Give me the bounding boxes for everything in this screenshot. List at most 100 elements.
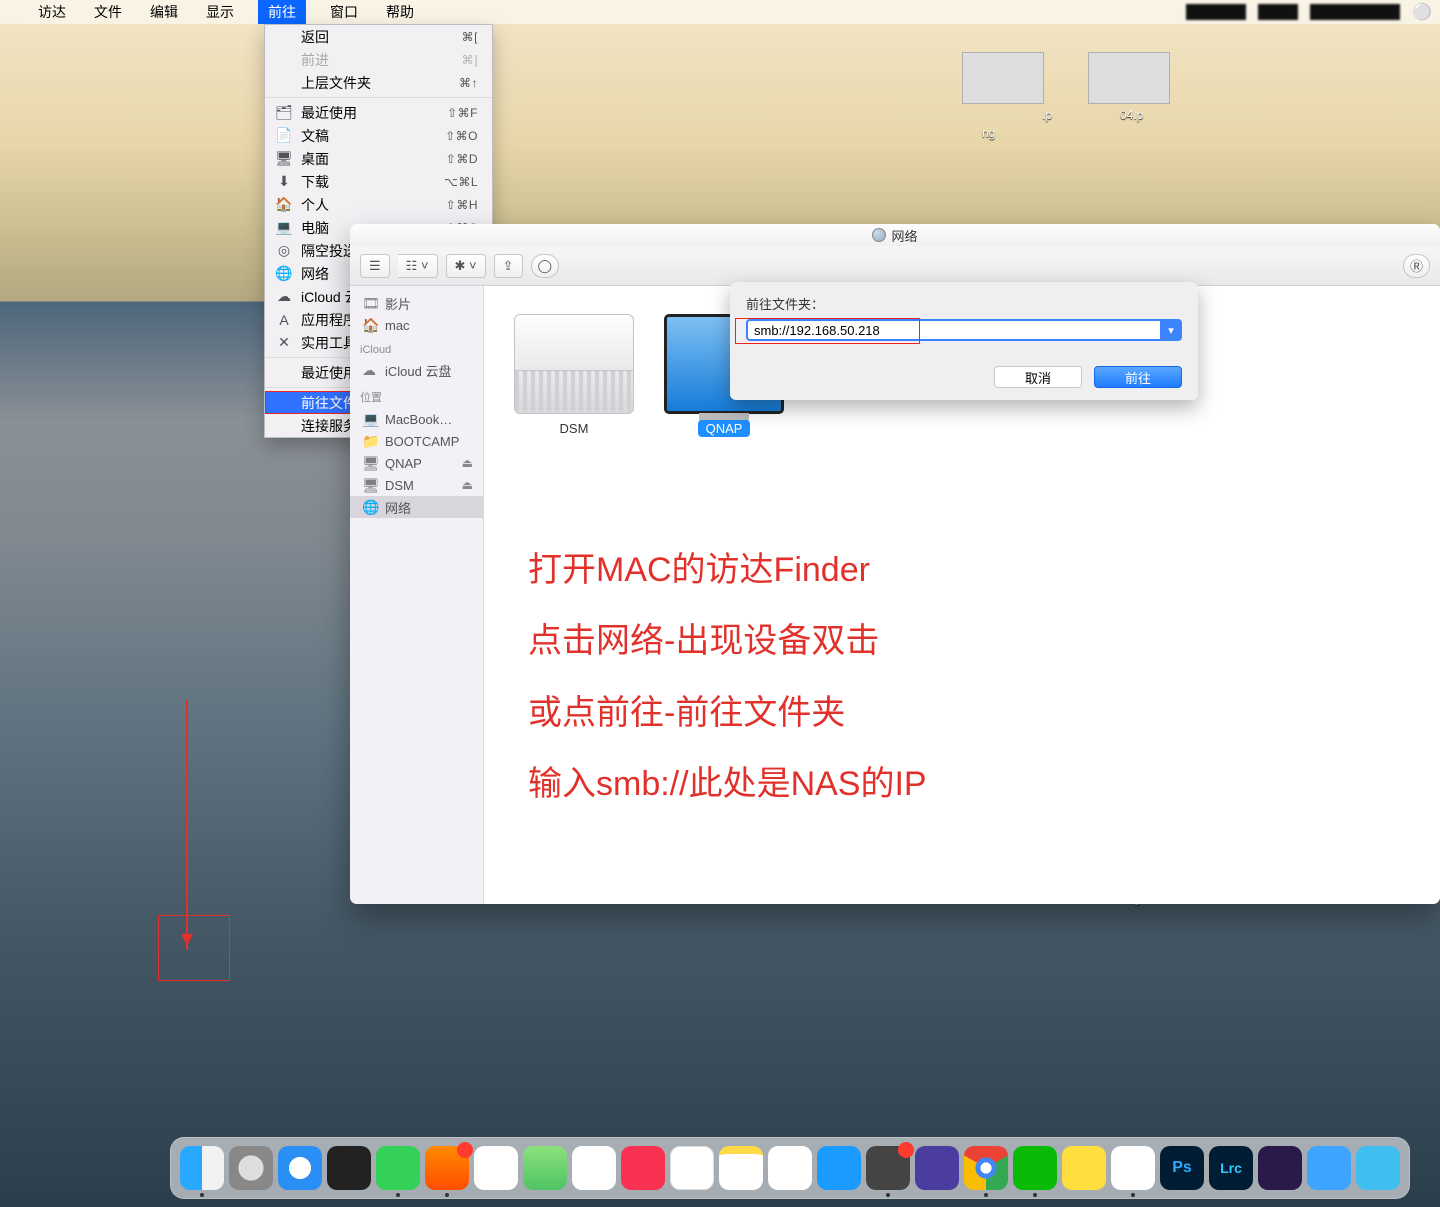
dock-imovie[interactable] [915,1146,959,1190]
menu-icon: 🗂 [275,104,293,121]
menubar-help[interactable]: 帮助 [382,0,418,24]
menu-item-桌面[interactable]: 🖥桌面⇧⌘D [265,147,492,170]
sidebar-item-DSM[interactable]: 🖥DSM⏏ [350,474,483,496]
sidebar-item-mac[interactable]: 🏠mac [350,314,483,336]
toolbar-icons-view[interactable]: ☷ ˅ [398,254,438,278]
sidebar-item-MacBook…[interactable]: 💻 MacBook… [350,408,483,430]
dock-finder[interactable] [180,1146,224,1190]
toolbar-action-icon[interactable]: ✱ ˅ [446,254,486,278]
sidebar-label: 影片 [385,294,473,313]
sheet-cancel-button[interactable]: 取消 [994,366,1082,388]
server-icon [514,314,634,414]
eject-icon[interactable]: ⏏ [462,456,473,470]
menubar-go[interactable]: 前往 [258,0,306,24]
eject-icon[interactable]: ⏏ [462,478,473,492]
finder-sidebar: 🎞影片🏠maciCloud☁iCloud 云盘位置💻MacBook…📁BOOTC… [350,286,484,904]
sidebar-item-影片[interactable]: 🎞影片 [350,292,483,314]
sidebar-item-网络[interactable]: 🌐网络 [350,496,483,518]
sidebar-item-BOOTCAMP[interactable]: 📁BOOTCAMP [350,430,483,452]
dock-safari[interactable] [278,1146,322,1190]
sheet-title: 前往文件夹： [746,294,1182,313]
menu-item-个人[interactable]: 🏠个人⇧⌘H [265,193,492,216]
annotation-line: 输入smb://此处是NAS的IP [528,749,927,820]
annotation-line: 或点前往-前往文件夹 [528,678,927,749]
goto-folder-sheet: 前往文件夹： ▾ 取消 前往 [730,282,1198,400]
dock-wps[interactable] [425,1146,469,1190]
sidebar-icon: 🌐 [362,500,378,514]
menubar: 访达 文件 编辑 显示 前往 窗口 帮助 ⚪ [0,0,1440,24]
menubar-finder[interactable]: 访达 [34,0,70,24]
combo-dropdown-icon[interactable]: ▾ [1160,319,1182,341]
dock-launchpad[interactable] [229,1146,273,1190]
dock-qqmail[interactable] [474,1146,518,1190]
sidebar-label: QNAP [385,456,455,471]
goto-path-input[interactable] [746,319,1160,341]
sidebar-icon: 🖥 [362,456,378,470]
dock-chrome[interactable] [964,1146,1008,1190]
dock-maps[interactable] [523,1146,567,1190]
toolbar-list-icon[interactable]: ☰ [360,254,390,278]
dock-app[interactable] [1356,1146,1400,1190]
sidebar-category: iCloud [350,336,483,359]
menu-label: 最近使用 [301,103,439,123]
badge-icon [457,1142,473,1158]
toolbar-tag-icon[interactable]: ◯ [531,254,560,278]
dock-lightroom[interactable]: Lrc [1209,1146,1253,1190]
sidebar-item-iCloud 云盘[interactable]: ☁iCloud 云盘 [350,359,483,381]
sidebar-icon: 💻 [362,412,378,426]
menu-label: 上层文件夹 [301,73,451,93]
menubar-edit[interactable]: 编辑 [146,0,182,24]
sidebar-icon: ☁ [362,363,378,377]
dock-app[interactable] [1258,1146,1302,1190]
menu-shortcut: ⌘↑ [459,76,478,90]
desktop-file-thumb[interactable] [1088,52,1170,104]
finder-title: 网络 [891,226,917,245]
menubar-status-right: ⚪ [1186,0,1432,24]
dock-qq[interactable] [1111,1146,1155,1190]
annotation-red-box-dock [158,915,230,981]
dock-notes[interactable] [719,1146,763,1190]
menu-item-返回[interactable]: 返回⌘[ [265,25,492,48]
finder-titlebar[interactable]: 网络 [350,224,1440,246]
menu-shortcut: ⇧⌘O [445,129,478,143]
toolbar-share-icon[interactable]: ⇪ [494,254,523,278]
menu-shortcut: ⇧⌘H [446,198,478,212]
menu-item-最近使用[interactable]: 🗂最近使用⇧⌘F [265,101,492,124]
dock-messages[interactable] [376,1146,420,1190]
network-device-dsm[interactable]: DSM [499,314,649,438]
menu-item-文稿[interactable]: 📄文稿⇧⌘O [265,124,492,147]
device-label: DSM [560,421,589,436]
dock-calendar[interactable] [670,1146,714,1190]
menu-icon: ☁ [275,288,293,305]
menubar-view[interactable]: 显示 [202,0,238,24]
toolbar-right-label[interactable]: Ⓡ [1403,254,1430,278]
sidebar-item-QNAP[interactable]: 🖥 QNAP ⏏ [350,452,483,474]
desktop-file-thumb[interactable] [962,52,1044,104]
annotation-arrow [186,700,188,950]
menu-item-上层文件夹[interactable]: 上层文件夹 ⌘↑ [265,71,492,94]
dock-photoshop[interactable]: Ps [1160,1146,1204,1190]
dock-wechat[interactable] [1013,1146,1057,1190]
menu-icon: 🏠 [275,196,293,213]
sidebar-label: MacBook… [385,412,473,427]
menubar-file[interactable]: 文件 [90,0,126,24]
dock-photos[interactable] [572,1146,616,1190]
dock-app[interactable] [1307,1146,1351,1190]
dock-dingtalk[interactable] [1062,1146,1106,1190]
sheet-go-button[interactable]: 前往 [1094,366,1182,388]
dock-reminders[interactable] [768,1146,812,1190]
dock-music[interactable] [621,1146,665,1190]
dock-stocks[interactable] [327,1146,371,1190]
sidebar-icon: 📁 [362,434,378,448]
sidebar-icon: 🏠 [362,318,378,332]
menu-label: 下载 [301,172,436,192]
menu-icon: ◎ [275,242,293,259]
menu-icon: ✕ [275,334,293,351]
menu-item-下载[interactable]: ⬇下载⌥⌘L [265,170,492,193]
menubar-window[interactable]: 窗口 [326,0,362,24]
wifi-icon[interactable]: ⚪ [1412,2,1432,22]
sidebar-label: DSM [385,478,455,493]
dock-security[interactable] [866,1146,910,1190]
annotation-line: 点击网络-出现设备双击 [528,606,927,677]
dock-appstore[interactable] [817,1146,861,1190]
